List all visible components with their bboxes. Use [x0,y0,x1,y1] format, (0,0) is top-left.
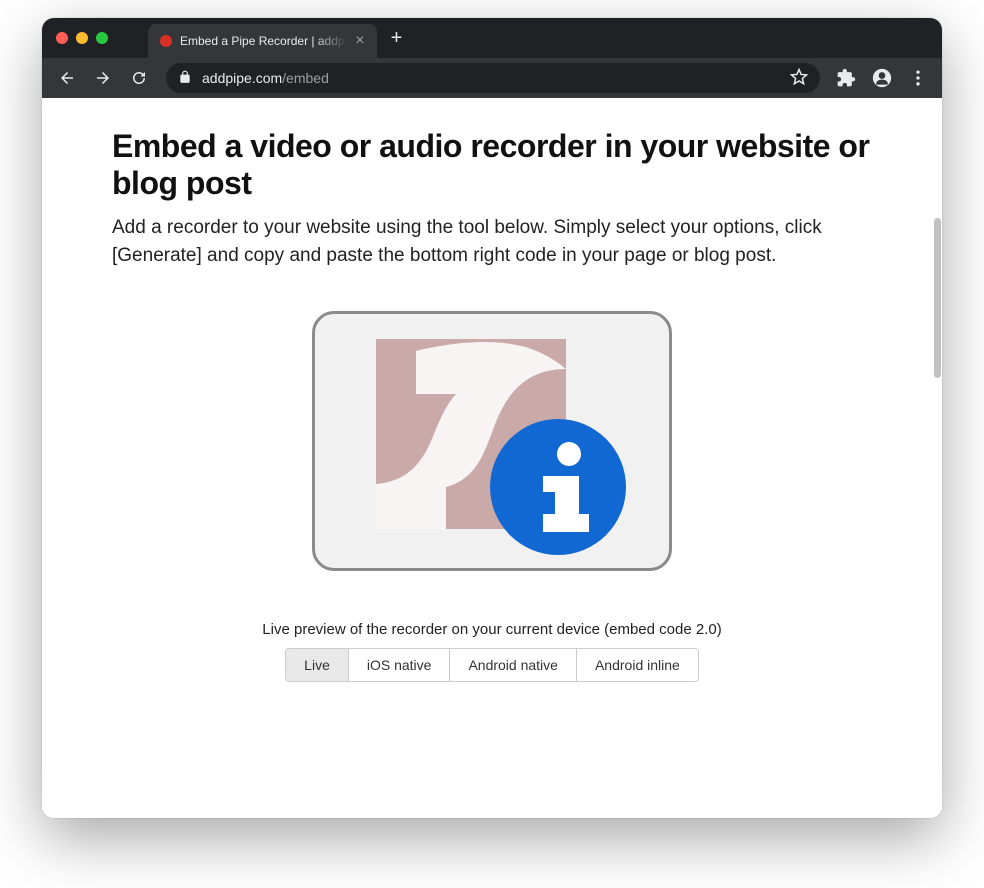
menu-button[interactable] [904,64,932,92]
close-window-button[interactable] [56,32,68,44]
star-outline-icon [790,68,808,86]
forward-arrow-icon [94,69,112,87]
extensions-button[interactable] [832,64,860,92]
forward-button[interactable] [88,63,118,93]
tab-title: Embed a Pipe Recorder | addpi [180,34,347,48]
recorder-preview [112,311,872,571]
close-tab-button[interactable]: × [355,33,364,49]
preview-tab-live[interactable]: Live [286,649,349,681]
address-bar[interactable]: addpipe.com/embed [166,63,820,93]
titlebar: Embed a Pipe Recorder | addpi × + [42,18,942,58]
kebab-menu-icon [908,68,928,88]
url-host: addpipe.com [202,70,282,86]
viewport: Embed a video or audio recorder in your … [42,98,942,818]
url-text: addpipe.com/embed [202,70,329,86]
scrollbar-thumb[interactable] [934,218,941,378]
preview-tabs: LiveiOS nativeAndroid nativeAndroid inli… [112,648,872,682]
url-path: /embed [282,70,329,86]
minimize-window-button[interactable] [76,32,88,44]
flash-plugin-icon [376,339,608,543]
preview-tab-android-native[interactable]: Android native [450,649,577,681]
preview-label: Live preview of the recorder on your cur… [112,621,872,638]
back-button[interactable] [52,63,82,93]
lock-icon [178,70,192,87]
page-title: Embed a video or audio recorder in your … [112,128,872,202]
plugin-placeholder[interactable] [312,311,672,571]
back-arrow-icon [58,69,76,87]
favicon-icon [160,35,172,47]
reload-icon [130,69,148,87]
info-icon [490,419,626,555]
window-controls [56,32,108,44]
toolbar-right [832,64,932,92]
reload-button[interactable] [124,63,154,93]
preview-tab-android-inline[interactable]: Android inline [577,649,698,681]
new-tab-button[interactable]: + [391,28,403,48]
bookmark-button[interactable] [790,68,808,89]
maximize-window-button[interactable] [96,32,108,44]
page-description: Add a recorder to your website using the… [112,214,872,271]
browser-window: Embed a Pipe Recorder | addpi × + addpip… [42,18,942,818]
profile-icon [872,68,892,88]
page-content: Embed a video or audio recorder in your … [42,98,942,712]
puzzle-icon [836,68,856,88]
browser-toolbar: addpipe.com/embed [42,58,942,98]
preview-tab-ios-native[interactable]: iOS native [349,649,451,681]
profile-button[interactable] [868,64,896,92]
browser-tab[interactable]: Embed a Pipe Recorder | addpi × [148,24,377,58]
